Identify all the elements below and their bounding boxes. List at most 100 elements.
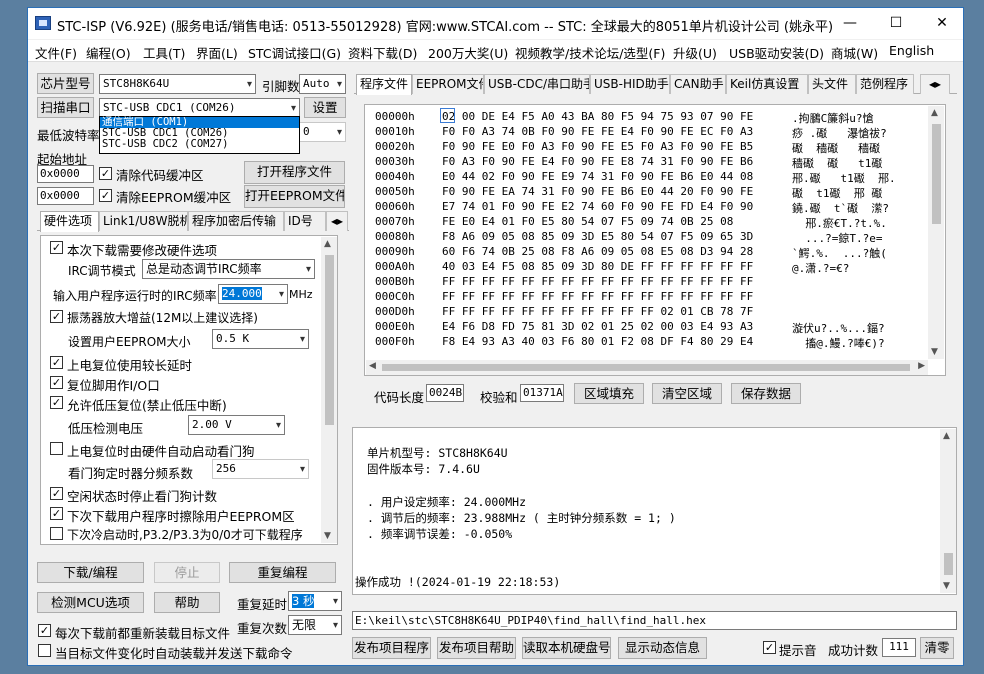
open-program-file-button[interactable]: 打开程序文件 [244,161,345,184]
options-scrollbar-thumb[interactable] [325,255,334,425]
clear-eeprom-checkbox[interactable]: ✓ [99,189,112,202]
tab-scroll-arrows-right[interactable]: ◂▸ [920,74,950,94]
menu-debug[interactable]: STC调试接口(G) [248,43,341,62]
menu-tools[interactable]: 工具(T) [143,43,185,62]
port-option-com27[interactable]: STC-USB CDC2 (COM27) [100,139,299,150]
reload-before-download-checkbox[interactable]: ✓ [38,624,51,637]
publish-program-button[interactable]: 发布项目程序 [352,637,431,659]
port-dropdown-list[interactable]: 通信端口 (COM1) STC-USB CDC1 (COM26) STC-USB… [99,116,300,154]
hex-row-ascii: @.潇.?=€? [792,262,850,275]
file-path-field[interactable]: E:\keil\stc\STC8H8K64U_PDIP40\find_hall\… [352,611,957,630]
wdt-auto-checkbox[interactable] [50,442,63,455]
tab-id[interactable]: ID号 [284,211,326,231]
publish-help-button[interactable]: 发布项目帮助 [437,637,516,659]
tab-scroll-arrows[interactable]: ◂▸ [326,211,348,231]
show-dynamic-info-button[interactable]: 显示动态信息 [618,637,707,659]
clear-code-checkbox[interactable]: ✓ [99,167,112,180]
check-mcu-button[interactable]: 检测MCU选项 [37,592,144,613]
pins-select[interactable]: Auto ▾ [299,74,346,94]
read-disk-id-button[interactable]: 读取本机硬盘号 [522,637,611,659]
menu-upgrade[interactable]: 升级(U) [673,43,717,62]
hex-scroll-right-icon[interactable]: ▶ [918,361,925,371]
tab-usb-hid-assistant[interactable]: USB-HID助手 [590,74,670,94]
lvd-reset-checkbox[interactable]: ✓ [50,396,63,409]
hex-scroll-up-icon[interactable]: ▲ [931,108,938,118]
tab-example-programs[interactable]: 范例程序 [856,74,914,94]
hex-row-bytes: 02 00 DE E4 F5 A0 43 BA 80 F5 94 75 93 0… [442,110,754,123]
p32-p33-checkbox[interactable] [50,527,63,540]
code-address-input[interactable]: 0x0000 [37,165,94,183]
modify-hw-checkbox[interactable]: ✓ [50,241,63,254]
save-data-button[interactable]: 保存数据 [731,383,801,404]
hex-scroll-down-icon[interactable]: ▼ [931,347,938,357]
fill-area-button[interactable]: 区域填充 [574,383,644,404]
close-button[interactable]: ✕ [919,8,963,39]
open-eeprom-file-button[interactable]: 打开EEPROM文件 [244,185,345,208]
menu-program[interactable]: 编程(O) [86,43,131,62]
code-length-value: 0024B [426,384,464,402]
reset-pin-io-checkbox[interactable]: ✓ [50,376,63,389]
reprogram-button[interactable]: 重复编程 [229,562,336,583]
beep-checkbox[interactable]: ✓ [763,641,776,654]
menu-english[interactable]: English [889,43,934,58]
window-title: STC-ISP (V6.92E) (服务电话/销售电话: 0513-550129… [57,20,834,35]
settings-button[interactable]: 设置 [304,97,346,118]
retry-count-select[interactable]: 无限 ▾ [288,615,342,635]
help-button[interactable]: 帮助 [154,592,220,613]
retry-delay-select[interactable]: 3 秒 ▾ [288,591,342,611]
eeprom-address-input[interactable]: 0x0000 [37,187,94,205]
info-scrollbar[interactable]: ▲ ▼ [940,429,956,593]
menu-prize[interactable]: 200万大奖(U) [428,43,508,62]
main-window: STC-ISP (V6.92E) (服务电话/销售电话: 0513-550129… [27,7,964,666]
info-scroll-up-icon[interactable]: ▲ [943,431,950,441]
scroll-up-icon[interactable]: ▲ [324,239,331,249]
irc-mode-select[interactable]: 总是动态调节IRC频率 ▾ [142,259,315,279]
tab-usb-cdc-assistant[interactable]: USB-CDC/串口助手 [484,74,590,94]
hex-vscroll-thumb[interactable] [932,124,941,224]
lvd-voltage-select[interactable]: 2.00 V ▾ [188,415,285,435]
idle-stop-wdt-checkbox[interactable]: ✓ [50,487,63,500]
hex-scroll-left-icon[interactable]: ◀ [369,361,376,371]
erase-eeprom-checkbox[interactable]: ✓ [50,507,63,520]
tab-link1-offline[interactable]: Link1/U8W脱机 [99,211,188,231]
info-scroll-thumb[interactable] [944,553,953,575]
hex-vertical-scrollbar[interactable]: ▲ ▼ [928,106,944,359]
info-output-panel[interactable]: 单片机型号: STC8H8K64U 固件版本号: 7.4.6U . 用户设定频率… [352,427,957,595]
baud-select[interactable]: 0 ▾ [299,122,346,142]
maximize-button[interactable]: ☐ [873,8,919,39]
stop-button[interactable]: 停止 [154,562,220,583]
scroll-down-icon[interactable]: ▼ [324,531,331,541]
chip-model-select[interactable]: STC8H8K64U ▾ [99,74,256,94]
menu-usb-driver[interactable]: USB驱动安装(D) [729,43,824,62]
scan-port-button[interactable]: 扫描串口 [37,97,94,118]
hex-horizontal-scrollbar[interactable]: ◀ ▶ [366,360,928,375]
chip-model-button[interactable]: 芯片型号 [37,73,94,94]
port-select[interactable]: STC-USB CDC1 (COM26) ▾ [99,98,300,118]
options-scrollbar[interactable]: ▲ ▼ [321,237,337,543]
clear-area-button[interactable]: 清空区域 [652,383,722,404]
info-scroll-down-icon[interactable]: ▼ [943,581,950,591]
download-program-button[interactable]: 下载/编程 [37,562,144,583]
tab-eeprom-file[interactable]: EEPROM文件 [412,74,484,94]
menu-interface[interactable]: 界面(L) [196,43,238,62]
tab-header-files[interactable]: 头文件 [808,74,856,94]
long-reset-checkbox[interactable]: ✓ [50,356,63,369]
osc-gain-checkbox[interactable]: ✓ [50,310,63,323]
minimize-button[interactable]: — [827,8,873,39]
menu-downloads[interactable]: 资料下载(D) [348,43,417,62]
tab-hardware-options[interactable]: 硬件选项 [40,211,99,232]
tab-keil-debug[interactable]: Keil仿真设置 [726,74,808,94]
auto-load-checkbox[interactable] [38,644,51,657]
eeprom-size-select[interactable]: 0.5 K ▾ [212,329,309,349]
irc-frequency-select[interactable]: 24.000 ▾ [218,284,288,304]
hex-hscroll-thumb[interactable] [382,364,910,371]
tab-encrypted-transfer[interactable]: 程序加密后传输 [188,211,284,231]
menu-shop[interactable]: 商城(W) [831,43,878,62]
menu-video[interactable]: 视频教学/技术论坛/选型(F) [515,43,665,62]
wdt-div-select[interactable]: 256 ▾ [212,459,309,479]
tab-program-file[interactable]: 程序文件 [356,74,412,95]
menu-file[interactable]: 文件(F) [35,43,77,62]
tab-can-assistant[interactable]: CAN助手 [670,74,726,94]
reset-count-button[interactable]: 清零 [920,637,954,659]
hex-viewer[interactable]: 00000h 02 00 DE E4 F5 A0 43 BA 80 F5 94 7… [364,104,946,376]
